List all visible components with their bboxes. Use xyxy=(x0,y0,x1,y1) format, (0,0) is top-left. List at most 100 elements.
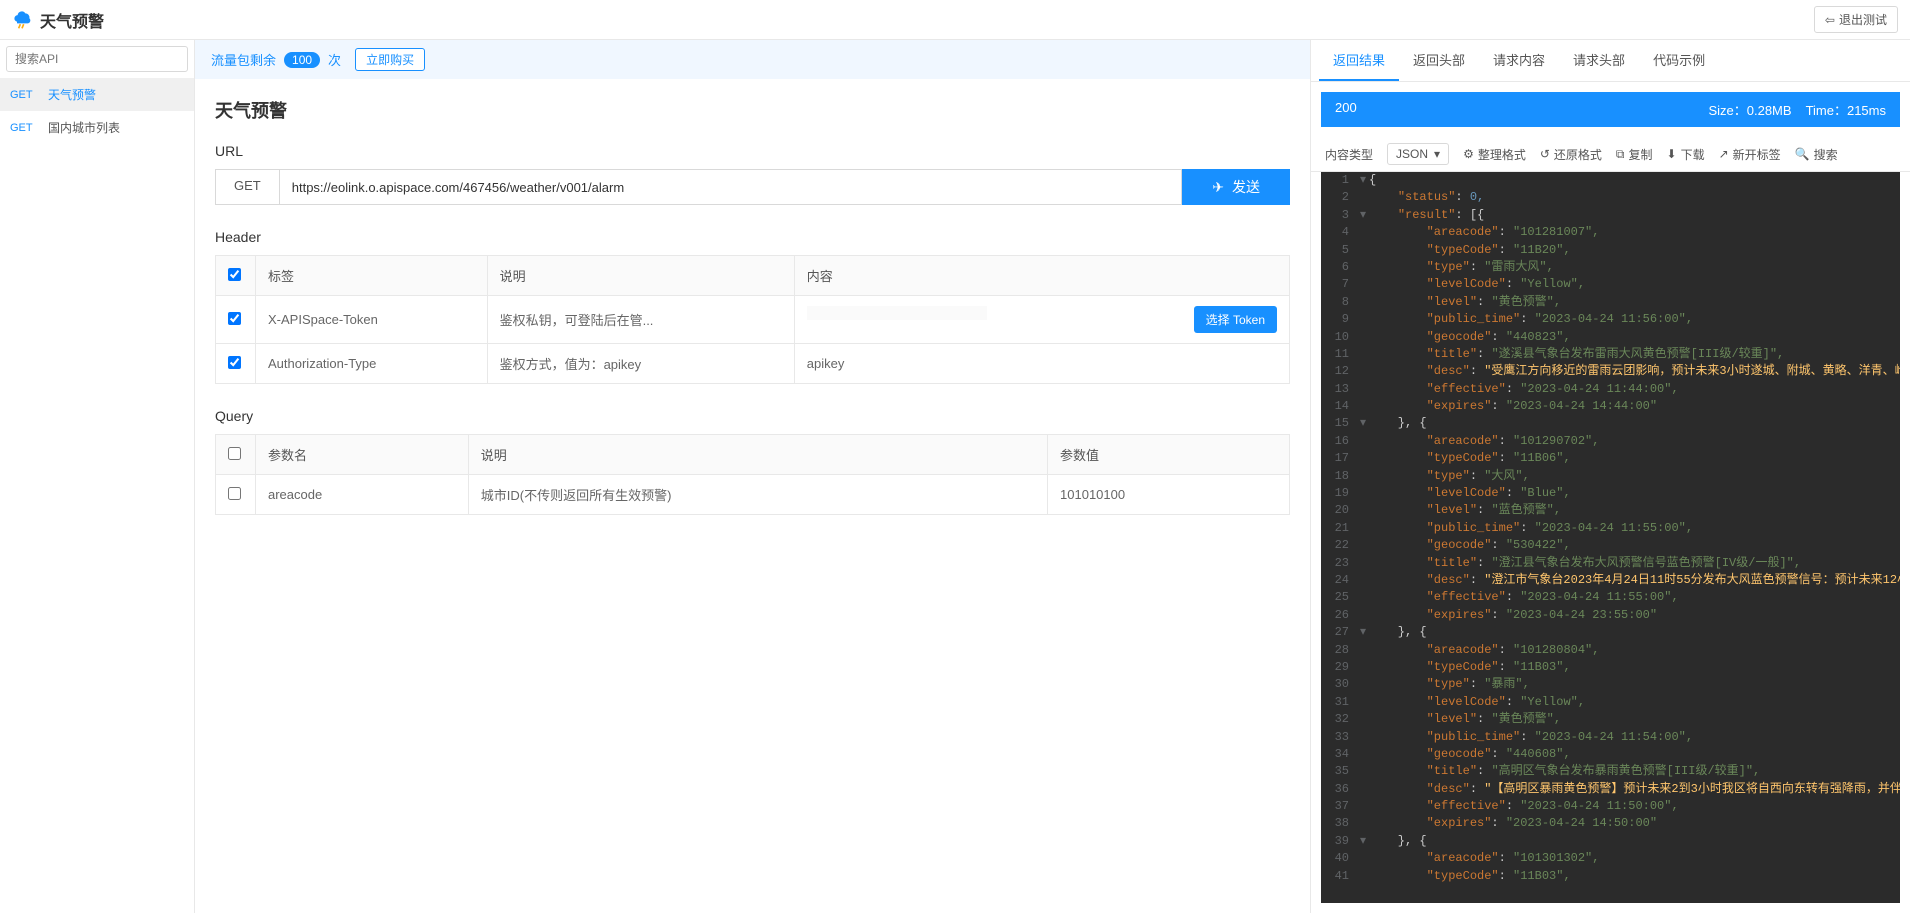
code-line: 34 "geocode": "440608", xyxy=(1321,746,1900,763)
code-line: 2 "status": 0, xyxy=(1321,189,1900,206)
code-line: 31 "levelCode": "Yellow", xyxy=(1321,694,1900,711)
tab-0[interactable]: 返回结果 xyxy=(1319,40,1399,81)
code-line: 33 "public_time": "2023-04-24 11:54:00", xyxy=(1321,729,1900,746)
url-input[interactable] xyxy=(279,169,1183,205)
tab-4[interactable]: 代码示例 xyxy=(1639,40,1719,81)
status-size: Size：0.28MB xyxy=(1708,100,1791,119)
sidebar-item-api[interactable]: GET 国内城市列表 xyxy=(0,111,194,144)
code-line: 3▾ "result": [{ xyxy=(1321,207,1900,224)
code-line: 32 "level": "黄色预警", xyxy=(1321,711,1900,728)
code-line: 30 "type": "暴雨", xyxy=(1321,676,1900,693)
row-checkbox[interactable] xyxy=(228,356,241,369)
result-tabs: 返回结果返回头部请求内容请求头部代码示例 xyxy=(1311,40,1910,82)
newtab-button[interactable]: ↗新开标签 xyxy=(1719,146,1781,163)
tab-1[interactable]: 返回头部 xyxy=(1399,40,1479,81)
header-content: 选择 Token xyxy=(794,296,1289,344)
chevron-down-icon: ▾ xyxy=(1434,147,1440,161)
copy-button[interactable]: ⧉复制 xyxy=(1616,146,1653,163)
row-checkbox[interactable] xyxy=(228,487,241,500)
query-section-label: Query xyxy=(215,408,1290,424)
tab-3[interactable]: 请求头部 xyxy=(1559,40,1639,81)
code-line: 22 "geocode": "530422", xyxy=(1321,537,1900,554)
header-desc: 鉴权方式，值为：apikey xyxy=(487,344,794,384)
search-input[interactable] xyxy=(6,46,188,72)
header-desc: 鉴权私钥，可登陆后在管... xyxy=(487,296,794,344)
query-checkall[interactable] xyxy=(228,447,241,460)
status-time: Time：215ms xyxy=(1806,100,1886,119)
code-line: 1▾{ xyxy=(1321,172,1900,189)
code-line: 26 "expires": "2023-04-24 23:55:00" xyxy=(1321,607,1900,624)
header-tag: Authorization-Type xyxy=(256,344,488,384)
code-line: 9 "public_time": "2023-04-24 11:56:00", xyxy=(1321,311,1900,328)
content-type-label: 内容类型 xyxy=(1325,146,1373,163)
header-section-label: Header xyxy=(215,229,1290,245)
quota-count-badge: 100 xyxy=(284,52,320,68)
search-button[interactable]: 🔍搜索 xyxy=(1795,146,1838,163)
code-line: 20 "level": "蓝色预警", xyxy=(1321,502,1900,519)
code-line: 19 "levelCode": "Blue", xyxy=(1321,485,1900,502)
code-line: 15▾ }, { xyxy=(1321,415,1900,432)
query-name: areacode xyxy=(256,475,469,515)
download-button[interactable]: ⬇下载 xyxy=(1667,146,1705,163)
code-line: 10 "geocode": "440823", xyxy=(1321,329,1900,346)
code-line: 35 "title": "高明区气象台发布暴雨黄色预警[III级/较重]", xyxy=(1321,763,1900,780)
code-line: 40 "areacode": "101301302", xyxy=(1321,850,1900,867)
header-content: apikey xyxy=(794,344,1289,384)
quota-bar: 流量包剩余 100 次 立即购买 xyxy=(195,40,1310,79)
status-bar: 200 Size：0.28MB Time：215ms xyxy=(1321,92,1900,127)
header-checkall[interactable] xyxy=(228,268,241,281)
quota-prefix: 流量包剩余 xyxy=(211,50,276,69)
code-line: 12 "desc": "受鹰江方向移近的雷雨云团影响，预计未来3小时遂城、附城、… xyxy=(1321,363,1900,380)
code-line: 4 "areacode": "101281007", xyxy=(1321,224,1900,241)
url-label: URL xyxy=(215,143,1290,159)
method-badge: GET xyxy=(10,122,38,134)
header-tag: X-APISpace-Token xyxy=(256,296,488,344)
code-line: 11 "title": "遂溪县气象台发布雷雨大风黄色预警[III级/较重]", xyxy=(1321,346,1900,363)
code-line: 38 "expires": "2023-04-24 14:50:00" xyxy=(1321,815,1900,832)
code-line: 39▾ }, { xyxy=(1321,833,1900,850)
code-line: 37 "effective": "2023-04-24 11:50:00", xyxy=(1321,798,1900,815)
token-value xyxy=(807,306,987,320)
method-display: GET xyxy=(215,169,279,205)
select-token-button[interactable]: 选择 Token xyxy=(1194,306,1277,333)
api-item-name: 天气预警 xyxy=(48,86,96,103)
format-button[interactable]: ⚙整理格式 xyxy=(1463,146,1526,163)
restore-icon: ↺ xyxy=(1540,147,1550,161)
code-line: 23 "title": "澄江县气象台发布大风预警信号蓝色预警[IV级/一般]"… xyxy=(1321,555,1900,572)
send-icon: ✈ xyxy=(1212,179,1224,196)
code-line: 14 "expires": "2023-04-24 14:44:00" xyxy=(1321,398,1900,415)
page-title: 天气预警 xyxy=(40,8,104,32)
status-code: 200 xyxy=(1335,100,1357,119)
method-badge: GET xyxy=(10,89,38,101)
headers-table: 标签 说明 内容 X-APISpace-Token 鉴权私钥，可登陆后在管...… xyxy=(215,255,1290,384)
th-desc: 说明 xyxy=(487,256,794,296)
row-checkbox[interactable] xyxy=(228,312,241,325)
query-desc: 城市ID(不传则返回所有生效预警) xyxy=(468,475,1047,515)
code-line: 24 "desc": "澄江市气象台2023年4月24日11时55分发布大风蓝色… xyxy=(1321,572,1900,589)
buy-button[interactable]: 立即购买 xyxy=(355,48,425,71)
content-type-select[interactable]: JSON ▾ xyxy=(1387,143,1449,165)
code-line: 36 "desc": "【高明区暴雨黄色预警】预计未来2到3小时我区将自西向东转… xyxy=(1321,781,1900,798)
code-line: 41 "typeCode": "11B03", xyxy=(1321,868,1900,885)
restore-button[interactable]: ↺还原格式 xyxy=(1540,146,1602,163)
th-pval: 参数值 xyxy=(1048,435,1290,475)
sidebar-item-api[interactable]: GET 天气预警 xyxy=(0,78,194,111)
tab-2[interactable]: 请求内容 xyxy=(1479,40,1559,81)
code-line: 21 "public_time": "2023-04-24 11:55:00", xyxy=(1321,520,1900,537)
code-line: 16 "areacode": "101290702", xyxy=(1321,433,1900,450)
send-button[interactable]: ✈ 发送 xyxy=(1182,169,1290,205)
json-viewer[interactable]: 1▾{2 "status": 0,3▾ "result": [{4 "areac… xyxy=(1321,172,1900,903)
code-line: 25 "effective": "2023-04-24 11:55:00", xyxy=(1321,589,1900,606)
format-icon: ⚙ xyxy=(1463,147,1474,161)
th-tag: 标签 xyxy=(256,256,488,296)
quota-suffix: 次 xyxy=(328,50,341,69)
search-icon: 🔍 xyxy=(1795,147,1810,161)
code-line: 13 "effective": "2023-04-24 11:44:00", xyxy=(1321,381,1900,398)
code-line: 18 "type": "大风", xyxy=(1321,468,1900,485)
th-pdesc: 说明 xyxy=(468,435,1047,475)
code-line: 17 "typeCode": "11B06", xyxy=(1321,450,1900,467)
api-item-name: 国内城市列表 xyxy=(48,119,120,136)
sidebar: GET 天气预警 GET 国内城市列表 xyxy=(0,40,195,913)
exit-icon: ⇦ xyxy=(1825,13,1835,27)
exit-test-button[interactable]: ⇦ 退出测试 xyxy=(1814,6,1898,33)
